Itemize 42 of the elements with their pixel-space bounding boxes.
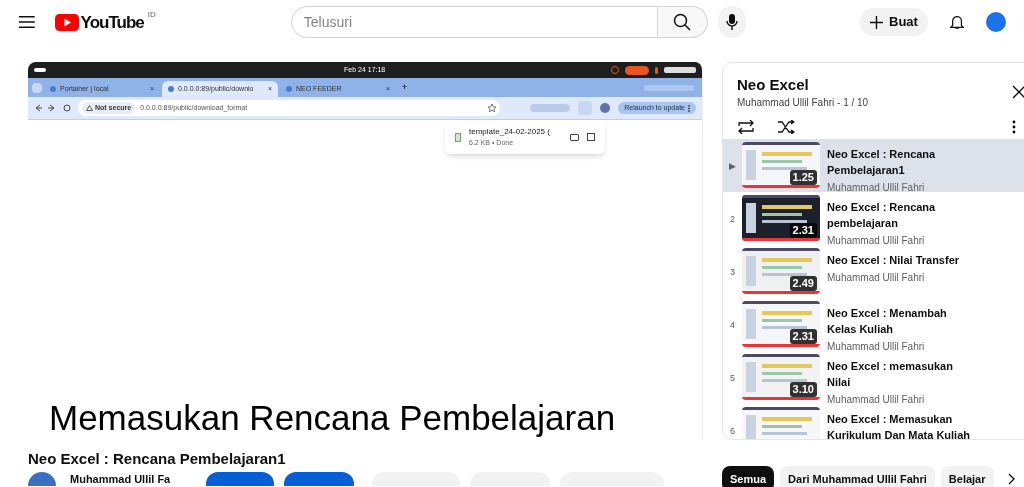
item-index: 4 [729,319,736,332]
new-tab-button[interactable]: + [398,80,412,95]
item-index: ▶ [728,160,737,173]
create-button[interactable]: Buat [860,8,928,36]
item-index: 2 [729,213,736,226]
item-channel: Muhammad Ullil Fahri [827,340,926,354]
filter-chip[interactable]: Belajar [940,466,994,487]
playlist-subtitle: Muhammad Ullil Fahri - 1 / 10 [737,96,870,110]
item-index: 3 [729,266,736,279]
country-code: ID [147,8,156,21]
duration-badge: 2.31 [789,329,817,344]
search-field[interactable]: Telusuri [290,6,658,38]
item-index: 5 [729,372,736,385]
item-index: 6 [729,425,736,438]
playlist-title: Neo Excel [737,75,810,95]
item-channel: Muhammad Ullil Fahri [827,393,926,407]
item-title: Neo Excel : memasukan Nilai [827,359,954,390]
playlist-item[interactable]: 4 2.31 Neo Excel : Menambah Kelas Kuliah Muhammad Ullil Fahri [723,298,1024,351]
channel-name[interactable]: Muhammad Ullil Fa [70,473,171,485]
download-filename[interactable]: template_24-02-2025 ( [469,125,550,138]
playlist-item[interactable]: ▶ 1.25 Neo Excel : Rencana Pembelajaran1 Muhammad Ullil Fahri [723,139,1024,192]
video-caption: Memasukan Rencana Pembelajaran [49,397,616,439]
playlist-item[interactable]: 5 3.10 Neo Excel : memasukan Nilai Muhammad Ullil Fahri [723,351,1024,404]
filter-chip[interactable]: Semua [722,466,775,487]
duration-badge: 2.49 [789,276,817,291]
duration-badge: 1.25 [789,170,817,185]
item-channel: Muhammad Ullil Fahri [827,234,926,248]
logo-text[interactable]: YouTube [80,13,144,31]
playlist-item[interactable]: 2 2.31 Neo Excel : Rencana pembelajaran Muhammad Ullil Fahri [723,192,1024,245]
item-title: Neo Excel : Menambah Kelas Kuliah [827,306,948,337]
item-channel: Muhammad Ullil Fahri [827,181,926,195]
item-title: Neo Excel : Rencana Pembelajaran1 [827,147,937,178]
item-channel: Muhammad Ullil Fahri [827,271,926,285]
item-title: Neo Excel : Nilai Transfer [827,253,961,268]
duration-badge: 3.10 [789,382,817,397]
item-title: Neo Excel : Memasukan Kurikulum Dan Mata Kuliah [827,412,972,439]
video-title: Neo Excel : Rencana Pembelajaran1 [28,450,287,468]
duration-badge: 2.31 [789,223,817,238]
filter-chip[interactable]: Dari Muhammad Ullil Fahri [780,466,935,487]
playlist-item[interactable]: 6 Neo Excel : Memasukan Kurikulum Dan Mata Kuliah [723,404,1024,439]
item-title: Neo Excel : Rencana pembelajaran [827,200,937,231]
playlist-item[interactable]: 3 2.49 Neo Excel : Nilai Transfer Muhammad Ullil Fahri [723,245,1024,298]
